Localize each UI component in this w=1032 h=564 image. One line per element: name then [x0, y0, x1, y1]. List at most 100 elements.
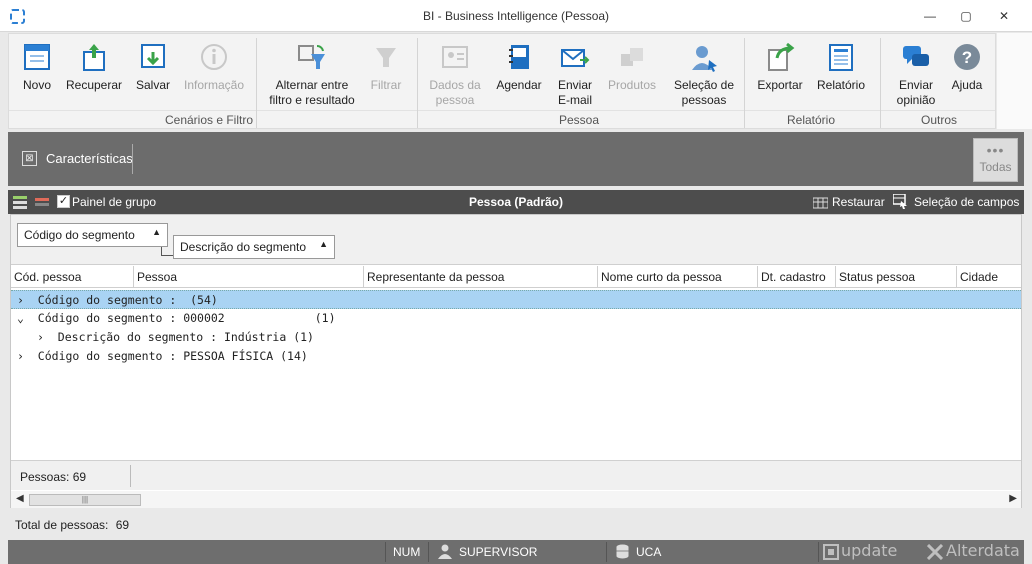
- divider: [385, 542, 386, 562]
- products-label: Produtos: [607, 78, 657, 92]
- save-button[interactable]: Salvar: [133, 42, 173, 93]
- group-row-text: Código do segmento : (54): [37, 293, 218, 307]
- restore-icon: [813, 197, 828, 209]
- all-label: Todas: [979, 160, 1012, 174]
- scroll-left-icon[interactable]: ◀: [16, 493, 24, 504]
- alterdata-brand: Alterdata: [946, 541, 1020, 560]
- collapse-icon[interactable]: ⌄: [17, 311, 24, 325]
- characteristics-label[interactable]: Características: [46, 151, 133, 166]
- data-grid: Código do segmento ▲ Descrição do segmen…: [10, 214, 1022, 508]
- divider: [132, 144, 133, 174]
- ribbon-divider: [9, 110, 995, 111]
- export-label: Exportar: [757, 78, 803, 92]
- products-button[interactable]: Produtos: [605, 42, 659, 93]
- info-label: Informação: [183, 78, 245, 92]
- divider: [818, 542, 819, 562]
- all-characteristics-button[interactable]: ••• Todas: [973, 138, 1018, 182]
- scrollbar-thumb[interactable]: |||: [29, 494, 141, 506]
- grid-toolbar: ✓ Painel de grupo Pessoa (Padrão) Restau…: [8, 190, 1024, 214]
- svg-text:?: ?: [962, 48, 972, 67]
- toggle-filter-label-1: Alternar entre: [275, 78, 349, 92]
- close-button[interactable]: ✕: [990, 6, 1018, 26]
- export-button[interactable]: Exportar: [755, 42, 805, 93]
- more-dots-icon: •••: [986, 142, 1005, 158]
- group-row[interactable]: › Código do segmento : (54): [11, 290, 1021, 309]
- person-data-label-1: Dados da: [429, 78, 481, 92]
- group-connector: [161, 247, 173, 256]
- restore-button[interactable]: Restaurar: [832, 195, 885, 209]
- expand-icon[interactable]: ›: [17, 349, 24, 363]
- select-people-label-1: Seleção de: [673, 78, 735, 92]
- update-brand: update: [841, 541, 898, 560]
- info-icon: [201, 44, 227, 70]
- send-feedback-button[interactable]: Enviar opinião: [891, 42, 941, 108]
- new-label: Novo: [22, 78, 51, 92]
- column-header-row: Cód. pessoa Pessoa Representante da pess…: [11, 266, 1021, 288]
- column-header[interactable]: Pessoa: [134, 266, 364, 288]
- user-icon: [438, 544, 452, 559]
- group-label-person: Pessoa: [558, 113, 600, 127]
- column-header[interactable]: Representante da pessoa: [364, 266, 598, 288]
- help-icon: ?: [954, 44, 980, 70]
- characteristics-bar: ⊠ Características ••• Todas: [8, 132, 1024, 186]
- info-button[interactable]: Informação: [181, 42, 247, 93]
- database-icon: [616, 544, 629, 559]
- recover-icon: [83, 44, 105, 71]
- group-row-text: Código do segmento : PESSOA FÍSICA (14): [37, 349, 308, 363]
- person-select-icon: [692, 46, 717, 72]
- group-chip-segment-description[interactable]: Descrição do segmento ▲: [173, 235, 335, 259]
- total-label: Total de pessoas:: [15, 518, 109, 532]
- new-button[interactable]: Novo: [19, 42, 55, 93]
- toggle-filter-icon: [298, 44, 325, 69]
- group-row[interactable]: › Código do segmento : PESSOA FÍSICA (14…: [11, 347, 1021, 366]
- report-icon: [829, 44, 853, 71]
- help-button[interactable]: ? Ajuda: [947, 42, 987, 93]
- divider: [130, 465, 131, 487]
- filter-icon: [376, 48, 396, 67]
- group-row[interactable]: ⌄ Código do segmento : 000002 (1): [11, 309, 1021, 328]
- export-icon: [768, 42, 795, 71]
- maximize-button[interactable]: ▢: [952, 6, 980, 26]
- new-document-icon: [24, 44, 50, 70]
- column-header[interactable]: Dt. cadastro: [758, 266, 836, 288]
- field-selection-icon: [893, 194, 907, 209]
- group-row-text: Código do segmento : 000002 (1): [37, 311, 336, 325]
- toggle-filter-result-button[interactable]: Alternar entre filtro e resultado: [265, 42, 359, 108]
- ribbon-right-edge: [997, 33, 1032, 129]
- help-label: Ajuda: [951, 78, 983, 92]
- group-chip-segment-code[interactable]: Código do segmento ▲: [17, 223, 168, 247]
- horizontal-scrollbar[interactable]: ◀ ||| ▶: [11, 491, 1021, 508]
- collapse-icon[interactable]: ⊠: [22, 151, 37, 166]
- scroll-right-icon[interactable]: ▶: [1009, 493, 1017, 504]
- expand-icon[interactable]: ›: [17, 293, 24, 307]
- group-by-panel: Código do segmento ▲ Descrição do segmen…: [11, 215, 1021, 265]
- ribbon-separator: [417, 38, 418, 128]
- column-header[interactable]: Nome curto da pessoa: [598, 266, 758, 288]
- report-label: Relatório: [816, 78, 866, 92]
- toggle-filter-label-2: filtro e resultado: [269, 93, 355, 107]
- expand-icon[interactable]: ›: [37, 330, 44, 344]
- update-logo-icon: [823, 544, 839, 560]
- person-data-button[interactable]: Dados da pessoa: [425, 42, 485, 108]
- group-row[interactable]: › Descrição do segmento : Indústria (1): [11, 328, 1021, 347]
- send-feedback-label-1: Enviar: [898, 78, 933, 92]
- group-chip-label: Descrição do segmento: [180, 240, 307, 254]
- grid-footer: Pessoas: 69: [11, 460, 1021, 490]
- filter-button[interactable]: Filtrar: [367, 42, 405, 93]
- email-icon: [561, 49, 590, 67]
- status-bar: NUM SUPERVISOR UCA update Alterdata: [8, 540, 1024, 564]
- ribbon: Novo Recuperar Salvar Informação Alterna…: [8, 33, 996, 129]
- column-header[interactable]: Status pessoa: [836, 266, 957, 288]
- select-people-button[interactable]: Seleção de pessoas: [667, 42, 741, 108]
- column-header[interactable]: Cód. pessoa: [11, 266, 134, 288]
- column-header[interactable]: Cidade: [957, 266, 1023, 288]
- schedule-button[interactable]: Agendar: [494, 42, 544, 93]
- send-email-button[interactable]: Enviar E-mail: [554, 42, 596, 108]
- field-selection-button[interactable]: Seleção de campos: [914, 195, 1019, 209]
- person-card-icon: [442, 46, 468, 68]
- total-value: 69: [115, 518, 130, 532]
- recover-button[interactable]: Recuperar: [65, 42, 123, 93]
- database-name: UCA: [636, 545, 662, 559]
- report-button[interactable]: Relatório: [813, 42, 869, 93]
- minimize-button[interactable]: —: [916, 6, 944, 26]
